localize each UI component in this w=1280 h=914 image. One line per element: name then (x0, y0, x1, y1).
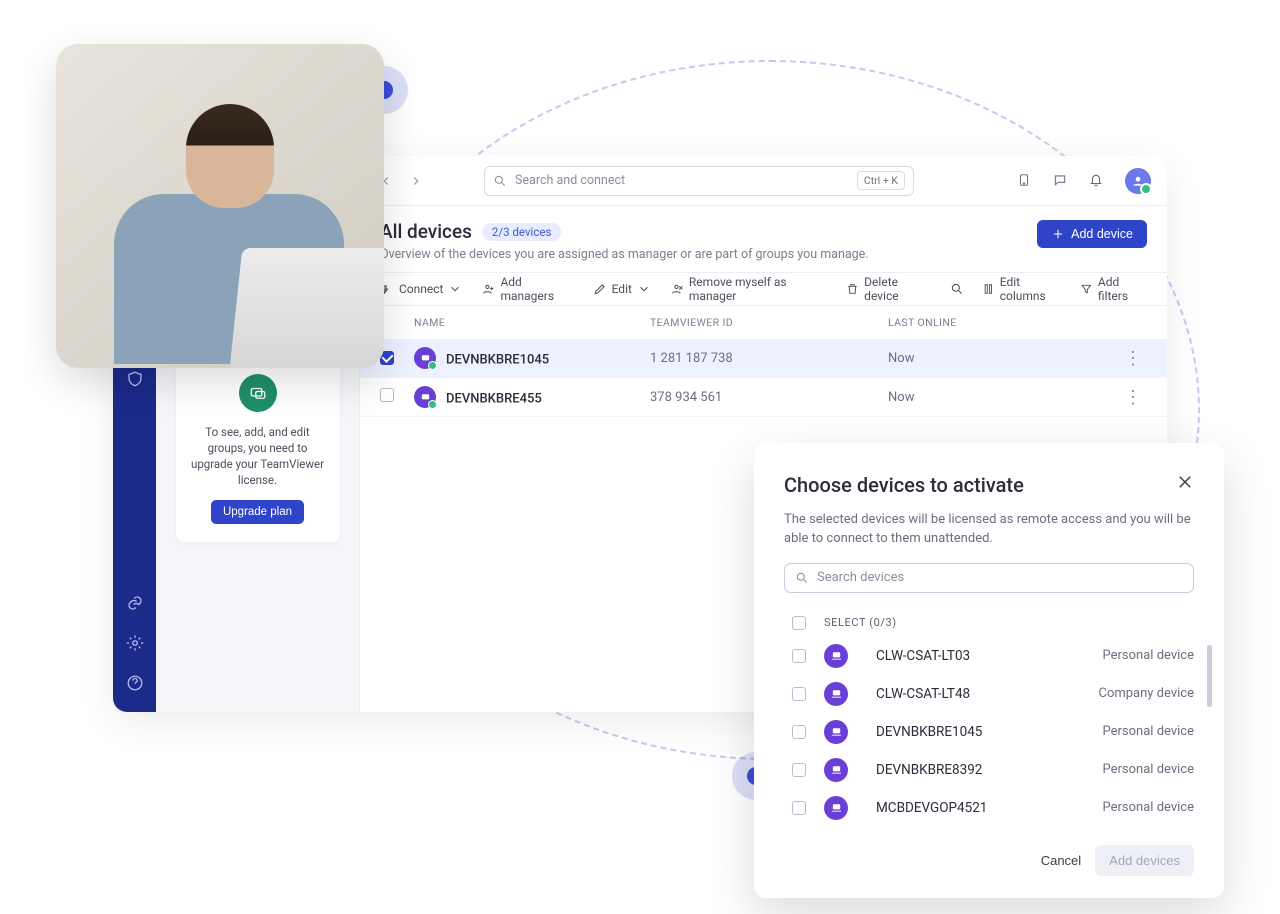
list-item[interactable]: CLW-CSAT-LT48 Company device (792, 675, 1194, 713)
dialog-title: Choose devices to activate (784, 473, 1024, 497)
select-label: SELECT (0/3) (824, 616, 897, 629)
global-search[interactable]: Search and connect Ctrl + K (484, 166, 914, 196)
close-icon[interactable] (1176, 473, 1194, 495)
list-item[interactable]: DEVNBKBRE8392 Personal device (792, 751, 1194, 789)
table-body: DEVNBKBRE1045 1 281 187 738 Now ⋮ DEVNBK… (360, 339, 1167, 417)
remove-manager-action[interactable]: Remove myself as manager (671, 275, 826, 303)
device-type: Personal device (1103, 648, 1194, 663)
col-last-label: LAST ONLINE (888, 316, 1119, 329)
search-action[interactable] (950, 282, 964, 296)
col-name-label: NAME (414, 316, 650, 329)
device-name: DEVNBKBRE455 (446, 392, 542, 407)
device-name: DEVNBKBRE1045 (446, 353, 549, 368)
device-type: Personal device (1103, 724, 1194, 739)
bell-icon[interactable] (1089, 172, 1107, 190)
chat-icon[interactable] (1053, 172, 1071, 190)
device-icon (824, 758, 848, 782)
upsell-card: To see, add, and edit groups, you need t… (176, 356, 340, 542)
search-placeholder: Search and connect (515, 173, 849, 188)
help-icon[interactable] (126, 674, 144, 696)
page-title: All devices (380, 220, 472, 243)
dialog-subtitle: The selected devices will be licensed as… (784, 511, 1194, 549)
shield-icon[interactable] (126, 370, 144, 392)
add-device-label: Add device (1071, 227, 1133, 241)
last-online: Now (888, 351, 1119, 366)
add-managers-action[interactable]: Add managers (482, 275, 572, 303)
add-devices-button[interactable]: Add devices (1095, 845, 1194, 876)
row-menu-icon[interactable]: ⋮ (1119, 348, 1147, 369)
item-checkbox[interactable] (792, 649, 806, 663)
shortcut-hint: Ctrl + K (857, 171, 905, 190)
item-checkbox[interactable] (792, 687, 806, 701)
row-menu-icon[interactable]: ⋮ (1119, 387, 1147, 408)
link-icon[interactable] (126, 594, 144, 616)
device-type: Personal device (1103, 800, 1194, 815)
list-item[interactable]: CLW-CSAT-LT03 Personal device (792, 637, 1194, 675)
hero-image (56, 44, 384, 368)
cancel-button[interactable]: Cancel (1041, 853, 1081, 868)
device-name: MCBDEVGOP4521 (876, 800, 987, 816)
edit-columns-action[interactable]: Edit columns (982, 275, 1062, 303)
chevron-down-icon (448, 282, 462, 296)
plus-icon (1051, 227, 1065, 241)
device-name: CLW-CSAT-LT03 (876, 648, 970, 664)
activate-devices-dialog: Choose devices to activate The selected … (754, 443, 1224, 898)
device-icon (824, 720, 848, 744)
page-subtitle: Overview of the devices you are assigned… (380, 247, 1037, 262)
user-avatar[interactable] (1125, 168, 1151, 194)
chevron-down-icon (637, 282, 651, 296)
table-row[interactable]: DEVNBKBRE1045 1 281 187 738 Now ⋮ (360, 339, 1167, 378)
device-name: DEVNBKBRE1045 (876, 724, 982, 740)
device-count-badge: 2/3 devices (482, 223, 561, 241)
device-name: CLW-CSAT-LT48 (876, 686, 970, 702)
table-header: NAME TEAMVIEWER ID LAST ONLINE (360, 306, 1167, 339)
device-icon (414, 347, 436, 369)
row-checkbox[interactable] (380, 388, 394, 402)
upsell-text: To see, add, and edit groups, you need t… (190, 424, 326, 488)
folder-sync-icon (239, 374, 277, 412)
settings-icon[interactable] (126, 634, 144, 656)
device-type: Company device (1098, 686, 1194, 701)
select-all-checkbox[interactable] (792, 616, 806, 630)
device-type: Personal device (1103, 762, 1194, 777)
topbar: Search and connect Ctrl + K (360, 156, 1167, 206)
search-icon (795, 571, 809, 585)
device-list: SELECT (0/3) CLW-CSAT-LT03 Personal devi… (792, 609, 1194, 827)
item-checkbox[interactable] (792, 801, 806, 815)
connect-action[interactable]: Connect (380, 282, 462, 296)
scrollbar[interactable] (1207, 645, 1212, 707)
delete-device-action[interactable]: Delete device (846, 275, 930, 303)
teamviewer-id: 1 281 187 738 (650, 351, 888, 366)
table-row[interactable]: DEVNBKBRE455 378 934 561 Now ⋮ (360, 378, 1167, 417)
list-item[interactable]: MCBDEVGOP4521 Personal device (792, 789, 1194, 827)
device-icon (824, 682, 848, 706)
device-icon[interactable] (1017, 172, 1035, 190)
last-online: Now (888, 390, 1119, 405)
toolbar: Connect Add managers Edit Remove myself … (360, 272, 1167, 306)
device-icon (414, 386, 436, 408)
page-header: All devices 2/3 devices Overview of the … (360, 206, 1167, 272)
add-device-button[interactable]: Add device (1037, 220, 1147, 248)
device-icon (824, 644, 848, 668)
teamviewer-id: 378 934 561 (650, 390, 888, 405)
item-checkbox[interactable] (792, 763, 806, 777)
list-item[interactable]: DEVNBKBRE1045 Personal device (792, 713, 1194, 751)
add-filters-action[interactable]: Add filters (1080, 275, 1147, 303)
dialog-search-placeholder: Search devices (817, 570, 904, 585)
item-checkbox[interactable] (792, 725, 806, 739)
search-icon (493, 174, 507, 188)
device-name: DEVNBKBRE8392 (876, 762, 982, 778)
upgrade-plan-button[interactable]: Upgrade plan (211, 500, 304, 524)
col-id-label: TEAMVIEWER ID (650, 316, 888, 329)
dialog-search[interactable]: Search devices (784, 563, 1194, 593)
forward-button[interactable] (406, 171, 426, 191)
device-icon (824, 796, 848, 820)
select-all-row[interactable]: SELECT (0/3) (792, 609, 1194, 637)
edit-action[interactable]: Edit (593, 282, 651, 296)
